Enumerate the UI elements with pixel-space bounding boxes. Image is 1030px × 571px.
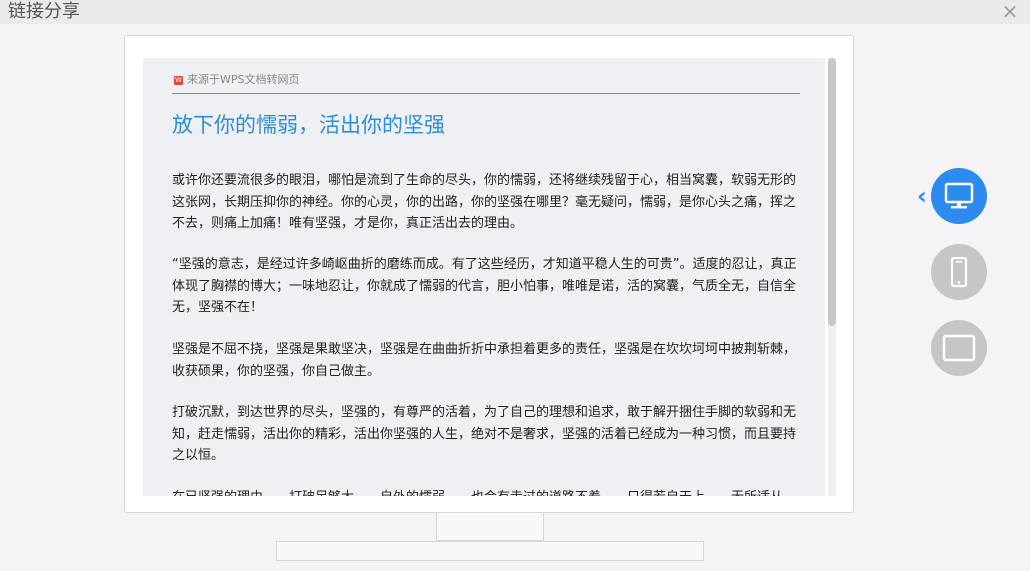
wps-icon: W xyxy=(174,75,183,85)
tablet-preview-button[interactable] xyxy=(931,320,987,376)
close-icon[interactable]: × xyxy=(1001,1,1019,21)
desktop-preview-button[interactable] xyxy=(931,168,987,224)
title-bar: 链接分享 × xyxy=(0,0,1030,24)
source-label: 来源于WPS文档转网页 xyxy=(187,73,300,86)
scrollbar-thumb[interactable] xyxy=(828,58,836,326)
paragraph: 坚强是不屈不挠，坚强是果敢坚决，坚强是在曲曲折折中承担着更多的责任，坚强是在坎坎… xyxy=(172,342,797,379)
chevron-left-icon[interactable]: ‹ xyxy=(914,184,930,208)
phone-icon xyxy=(950,256,968,288)
window-title: 链接分享 xyxy=(8,1,80,22)
desktop-icon xyxy=(944,182,974,209)
paragraph: “坚强的意志，是经过许多崎岖曲折的磨练而成。有了这些经历，才知道平稳人生的可贵”… xyxy=(172,257,797,315)
tablet-icon xyxy=(942,334,976,362)
paragraph: 打破沉默，到达世界的尽头，坚强的，有尊严的活着，为了自己的理想和追求，敢于解开捆… xyxy=(172,405,797,463)
monitor-stand-neck xyxy=(436,513,544,541)
phone-preview-button[interactable] xyxy=(931,244,987,300)
document-heading: 放下你的懦弱，活出你的坚强 xyxy=(172,113,445,137)
paragraph: 在已坚强的理由……打破足够大……自外的懦弱……也会有走过的道路不着……只得若自天… xyxy=(172,487,798,496)
paragraph: 或许你还要流很多的眼泪，哪怕是流到了生命的尽头，你的懦弱，还将继续残留于心，相当… xyxy=(172,173,797,231)
document-preview[interactable]: W 来源于WPS文档转网页 放下你的懦弱，活出你的坚强 或许你还要流很多的眼泪，哪… xyxy=(143,58,825,496)
source-note: W 来源于WPS文档转网页 xyxy=(174,73,300,87)
monitor-stand-base xyxy=(276,541,704,561)
divider xyxy=(172,93,800,94)
